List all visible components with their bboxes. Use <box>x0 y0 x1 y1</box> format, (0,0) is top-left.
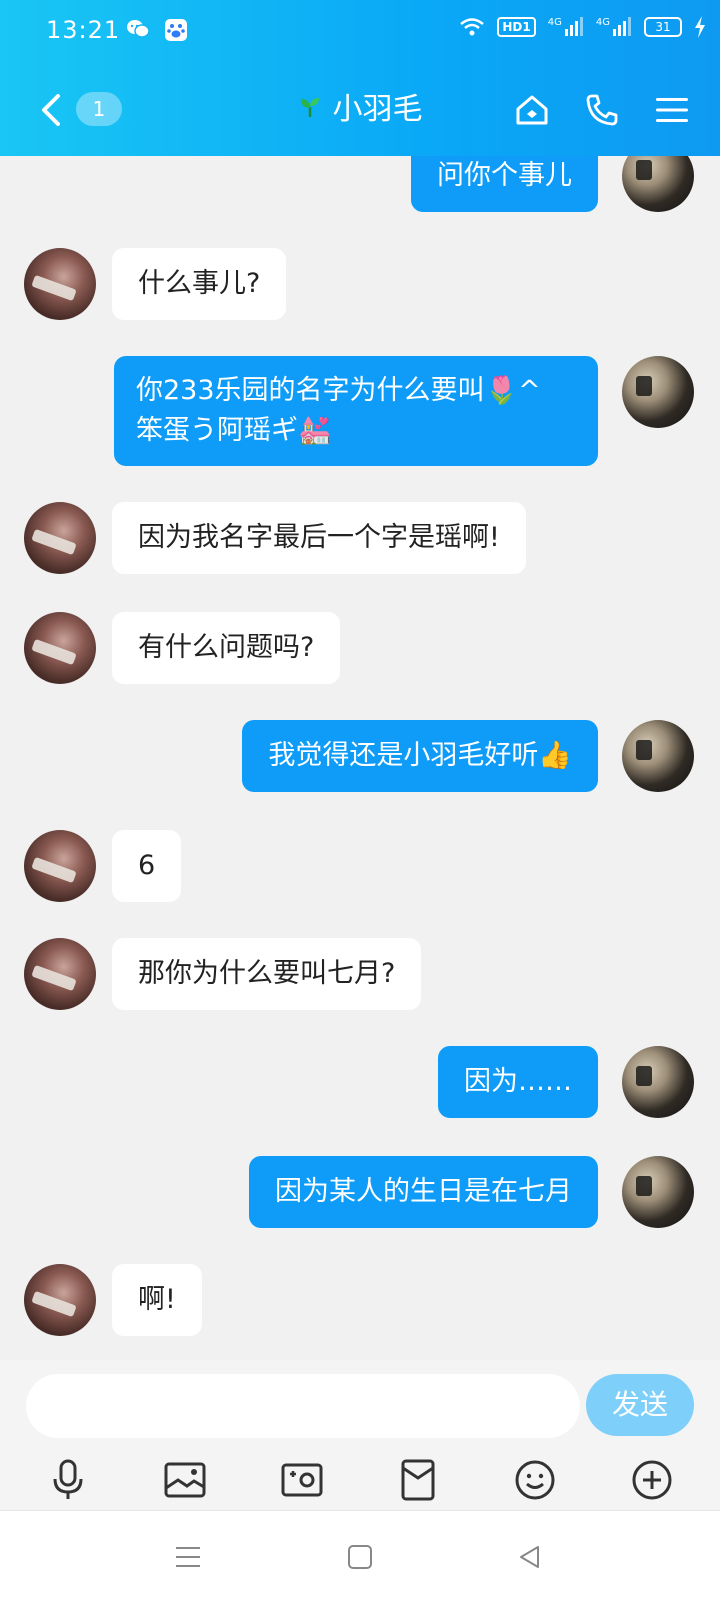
message-list[interactable]: 问你个事儿 什么事儿? 你233乐园的名字为什么要叫🌷^ 笨蛋う阿瑶ギ💒 因为我… <box>0 156 720 1360</box>
net-type-2: 4G <box>595 17 610 28</box>
status-indicators: HD1 4G 4G 31 <box>459 16 706 38</box>
message-bubble-received[interactable]: 什么事儿? <box>112 248 287 320</box>
camera-icon <box>281 1463 323 1497</box>
contact-avatar[interactable] <box>24 248 96 320</box>
contact-avatar[interactable] <box>24 502 96 574</box>
hd-badge: HD1 <box>497 17 536 37</box>
nav-actions <box>512 88 692 132</box>
wifi-icon <box>460 18 485 36</box>
hamburger-menu-icon <box>656 98 688 122</box>
message-input[interactable] <box>26 1374 580 1438</box>
message-text: 我觉得还是小羽毛好听👍 <box>268 740 572 771</box>
status-bar: 13:21 HD1 4G 4G 31 <box>0 0 720 64</box>
message-row-received: 什么事儿? <box>0 248 720 324</box>
message-bubble-received[interactable]: 有什么问题吗? <box>112 612 341 684</box>
my-avatar[interactable] <box>622 720 694 792</box>
message-bubble-sent[interactable]: 因为…… <box>438 1046 598 1118</box>
message-text: 有什么问题吗? <box>138 632 315 663</box>
home-nav-button[interactable] <box>340 1539 380 1575</box>
message-row-received: 那你为什么要叫七月? <box>0 938 720 1014</box>
contact-avatar[interactable] <box>24 938 96 1010</box>
message-bubble-sent[interactable]: 我觉得还是小羽毛好听👍 <box>242 720 598 792</box>
chat-header: 13:21 HD1 4G 4G 31 1 小羽毛 <box>0 0 720 156</box>
message-bubble-received[interactable]: 6 <box>112 830 182 902</box>
signal-2: 4G <box>596 17 632 37</box>
contact-avatar[interactable] <box>24 1264 96 1336</box>
signal-1: 4G <box>548 17 584 37</box>
message-row-received: 6 <box>0 830 720 906</box>
image-icon <box>164 1462 206 1498</box>
message-bubble-received[interactable]: 那你为什么要叫七月? <box>112 938 422 1010</box>
message-row-received: 有什么问题吗? <box>0 612 720 688</box>
recents-button[interactable] <box>168 1539 208 1575</box>
red-packet-icon <box>401 1459 435 1501</box>
message-bubble-sent[interactable]: 问你个事儿 <box>411 156 598 212</box>
message-text: 因为我名字最后一个字是瑶啊! <box>138 522 500 553</box>
message-bubble-received[interactable]: 啊! <box>112 1264 202 1336</box>
message-row-received: 啊! <box>0 1264 720 1340</box>
red-packet-button[interactable] <box>394 1456 442 1504</box>
system-nav-bar <box>0 1510 720 1600</box>
message-text: 问你个事儿 <box>437 160 572 191</box>
signal-icon <box>564 17 583 36</box>
back-nav-button[interactable] <box>510 1539 550 1575</box>
menu-lines-icon <box>176 1547 200 1567</box>
signal-icon <box>613 17 631 36</box>
message-text: 什么事儿? <box>138 268 261 299</box>
photo-button[interactable] <box>161 1456 209 1504</box>
voice-button[interactable] <box>44 1456 92 1504</box>
home-button[interactable] <box>512 88 552 132</box>
status-time: 13:21 <box>46 16 121 44</box>
message-text: 你233乐园的名字为什么要叫🌷^ 笨蛋う阿瑶ギ💒 <box>136 375 541 446</box>
message-row-sent: 你233乐园的名字为什么要叫🌷^ 笨蛋う阿瑶ギ💒 <box>0 356 720 468</box>
baidu-app-icon <box>165 19 187 41</box>
home-icon <box>516 95 548 125</box>
emoji-button[interactable] <box>511 1456 559 1504</box>
message-row-received: 因为我名字最后一个字是瑶啊! <box>0 502 720 578</box>
my-avatar[interactable] <box>622 156 694 212</box>
message-bubble-received[interactable]: 因为我名字最后一个字是瑶啊! <box>112 502 526 574</box>
message-bubble-sent[interactable]: 你233乐园的名字为什么要叫🌷^ 笨蛋う阿瑶ギ💒 <box>114 356 598 466</box>
sprout-icon <box>298 98 329 125</box>
message-row-sent: 我觉得还是小羽毛好听👍 <box>0 720 720 796</box>
net-type-1: 4G <box>547 17 562 28</box>
message-row-sent: 因为…… <box>0 1046 720 1122</box>
status-app-icons <box>126 18 188 42</box>
wechat-icon <box>127 20 150 38</box>
contact-avatar[interactable] <box>24 830 96 902</box>
message-text: 那你为什么要叫七月? <box>138 958 396 989</box>
message-composer: 发送 <box>0 1360 720 1510</box>
message-text: 啊! <box>138 1284 176 1315</box>
phone-icon <box>586 94 618 126</box>
battery-indicator: 31 <box>644 17 682 37</box>
contact-name: 小羽毛 <box>332 92 423 127</box>
my-avatar[interactable] <box>622 356 694 428</box>
square-icon <box>348 1545 372 1569</box>
menu-button[interactable] <box>652 88 692 132</box>
nav-bar: 1 小羽毛 <box>0 70 720 154</box>
message-row-sent: 问你个事儿 <box>0 156 720 230</box>
contact-avatar[interactable] <box>24 612 96 684</box>
my-avatar[interactable] <box>622 1156 694 1228</box>
message-row-sent: 因为某人的生日是在七月 <box>0 1156 720 1232</box>
camera-button[interactable] <box>278 1456 326 1504</box>
message-bubble-sent[interactable]: 因为某人的生日是在七月 <box>249 1156 598 1228</box>
smiley-icon <box>515 1460 555 1500</box>
send-button[interactable]: 发送 <box>586 1374 694 1436</box>
message-text: 因为某人的生日是在七月 <box>275 1176 572 1207</box>
more-button[interactable] <box>628 1456 676 1504</box>
message-text: 因为…… <box>464 1066 572 1097</box>
call-button[interactable] <box>582 88 622 132</box>
triangle-back-icon <box>520 1546 539 1568</box>
my-avatar[interactable] <box>622 1046 694 1118</box>
microphone-icon <box>53 1459 83 1499</box>
composer-toolbar <box>0 1456 720 1510</box>
message-text: 6 <box>138 850 156 881</box>
plus-circle-icon <box>632 1460 672 1500</box>
charging-icon <box>695 16 705 38</box>
